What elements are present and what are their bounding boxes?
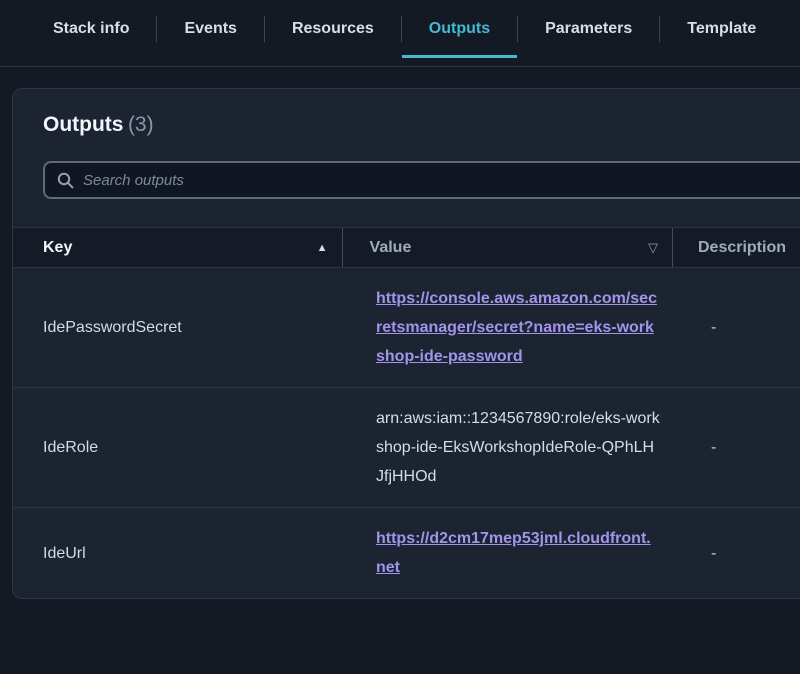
output-value: https://d2cm17mep53jml.cloudfront.net [349,524,686,582]
output-value-text: arn:aws:iam::1234567890:role/eks-worksho… [376,410,660,485]
output-key: IdePasswordSecret [13,313,349,342]
output-value: https://console.aws.amazon.com/secretsma… [349,284,686,371]
output-description: - [686,313,800,342]
search-input[interactable] [83,172,788,189]
tab-stack-info[interactable]: Stack info [26,0,156,58]
table-row: IdeUrl https://d2cm17mep53jml.cloudfront… [13,508,800,598]
table-row: IdePasswordSecret https://console.aws.am… [13,268,800,388]
column-label-key: Key [43,239,72,257]
column-header-value[interactable]: Value ▽ [343,228,673,267]
output-value-link[interactable]: https://d2cm17mep53jml.cloudfront.net [376,530,651,576]
outputs-panel-header: Outputs (3) [13,89,800,137]
tab-template[interactable]: Template [660,0,783,58]
tab-outputs[interactable]: Outputs [402,0,517,58]
output-key: IdeUrl [13,539,349,568]
sort-ascending-icon[interactable]: ▲ [317,242,328,254]
stack-tab-bar: Stack info Events Resources Outputs Para… [0,0,800,67]
output-key: IdeRole [13,433,349,462]
table-row: IdeRole arn:aws:iam::1234567890:role/eks… [13,388,800,508]
column-label-value: Value [370,239,412,257]
tab-events[interactable]: Events [157,0,263,58]
output-description: - [686,433,800,462]
column-header-description[interactable]: Description [673,228,800,267]
column-header-key[interactable]: Key ▲ [13,228,343,267]
outputs-panel: Outputs (3) Key ▲ Value ▽ Description Id… [12,88,800,599]
search-outputs-box[interactable] [43,161,800,199]
output-value-link[interactable]: https://console.aws.amazon.com/secretsma… [376,290,657,365]
output-value: arn:aws:iam::1234567890:role/eks-worksho… [349,404,686,491]
tab-resources[interactable]: Resources [265,0,401,58]
sort-inactive-icon[interactable]: ▽ [648,240,658,256]
outputs-count: (3) [128,113,154,136]
output-description: - [686,539,800,568]
tab-parameters[interactable]: Parameters [518,0,659,58]
panel-title: Outputs [43,113,123,136]
search-icon [57,172,74,189]
outputs-table-header: Key ▲ Value ▽ Description [13,227,800,268]
column-label-description: Description [698,239,786,257]
